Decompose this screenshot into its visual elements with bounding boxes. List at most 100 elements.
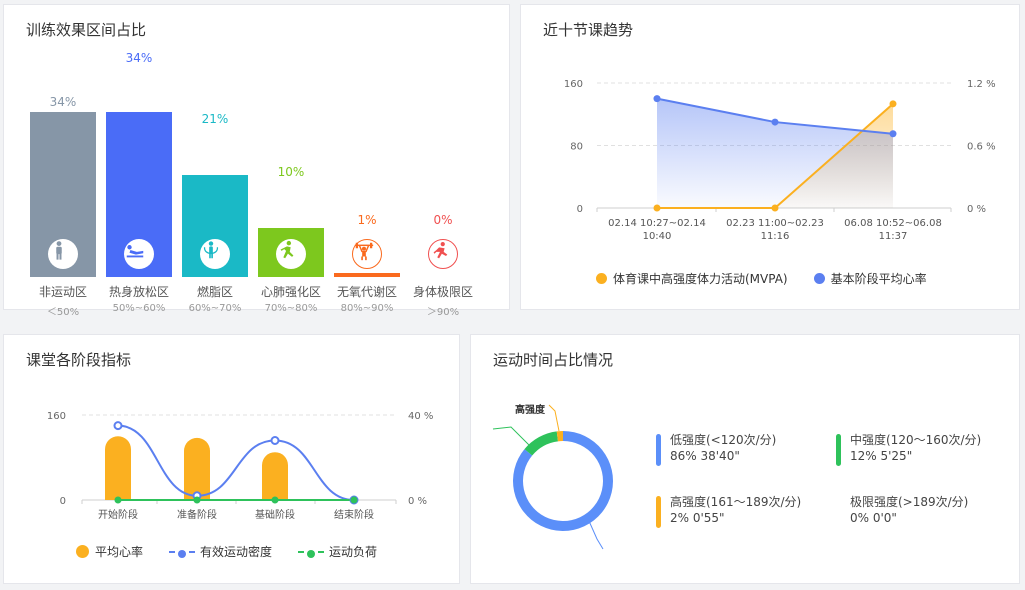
time-donut-chart: 高强度 — [492, 403, 613, 550]
time-legend-name: 高强度(161～189次/分) — [670, 495, 802, 509]
zone-3: 21% 燃脂区 60%~70% — [182, 5, 248, 314]
weightlifting-icon — [352, 239, 382, 269]
right-tick-label: 40 % — [408, 411, 433, 422]
phase-panel: 课堂各阶段指标 0 160 0 % 40 % 开始阶段 准备阶段 基础阶段 结束阶段 平均心率… — [3, 334, 460, 584]
x-tick-label: 06.08 10:52~06.08 — [844, 218, 942, 229]
legend-heart-rate-label: 基本阶段平均心率 — [830, 272, 927, 286]
zone-range: 80%~90% — [340, 303, 394, 314]
callout-line-high — [548, 404, 560, 432]
x-tick-label: 开始阶段 — [98, 508, 138, 521]
legend-load-label: 运动负荷 — [329, 545, 378, 559]
zone-6: 0% 身体极限区 ＞90% — [410, 5, 476, 318]
donut-slice[interactable] — [524, 431, 558, 456]
trend-chart: 0 80 160 0 % 0.6 % 1.2 % 02.14 10:27~02.14 10:4… — [564, 79, 996, 242]
sprinting-person-icon — [428, 239, 458, 269]
zone-value-label: 0% — [433, 213, 453, 227]
zone-value-label: 34% — [125, 51, 153, 65]
trend-legend: 体育课中高强度体力活动(MVPA) 基本阶段平均心率 — [596, 270, 953, 287]
x-tick-label: 结束阶段 — [334, 508, 374, 521]
zone-value-label: 10% — [277, 165, 305, 179]
density-line — [117, 424, 355, 501]
mvpa-point[interactable] — [653, 204, 661, 212]
avg-hr-bar[interactable] — [184, 437, 210, 500]
x-tick-label: 10:40 — [643, 231, 672, 242]
zone-name: 燃脂区 — [196, 285, 233, 299]
time-legend-value: 0% 0'0" — [850, 511, 897, 525]
heart-rate-area — [657, 98, 893, 208]
avg-hr-bar[interactable] — [262, 452, 288, 500]
time-legend-swatch — [836, 434, 841, 466]
density-point[interactable] — [113, 421, 123, 431]
heart-rate-point[interactable] — [771, 118, 779, 126]
time-legend-name: 中强度(120～160次/分) — [850, 433, 982, 447]
right-tick-label: 0 % — [408, 496, 427, 507]
zone-4: 10% 心肺强化区 70%~80% — [258, 5, 324, 314]
zones-panel: 训练效果区间占比 34% 非运动区 ＜50% 34% 热身放松区 50%~60% 21% 燃脂… — [3, 4, 510, 318]
left-tick-label: 160 — [564, 79, 583, 90]
x-tick-label: 11:16 — [761, 231, 790, 242]
avg-hr-bar[interactable] — [105, 436, 131, 500]
running-person-icon — [276, 239, 306, 269]
legend-density-label: 有效运动密度 — [200, 545, 273, 559]
heart-rate-point[interactable] — [889, 130, 897, 138]
load-point[interactable] — [271, 496, 279, 504]
callout-line-mid — [492, 426, 530, 446]
time-legend-value: 12% 5'25" — [850, 449, 913, 463]
legend-mvpa-label: 体育课中高强度体力活动(MVPA) — [613, 272, 788, 286]
zone-range: 70%~80% — [264, 303, 318, 314]
load-point[interactable] — [193, 496, 201, 504]
zone-name: 无氧代谢区 — [336, 285, 397, 299]
standing-person-icon — [48, 239, 78, 269]
legend-heart-rate[interactable]: 基本阶段平均心率 — [813, 270, 927, 287]
zone-1: 34% 非运动区 ＜50% — [30, 5, 96, 318]
mvpa-point[interactable] — [771, 204, 779, 212]
left-tick-label: 160 — [47, 411, 66, 422]
zone-name: 热身放松区 — [108, 285, 169, 299]
zone-range: ＜50% — [46, 307, 80, 318]
zone-name: 身体极限区 — [412, 285, 473, 299]
legend-avg-hr[interactable]: 平均心率 — [76, 543, 143, 560]
phase-legend: 平均心率 有效运动密度 运动负荷 — [76, 543, 403, 560]
legend-mvpa[interactable]: 体育课中高强度体力活动(MVPA) — [596, 270, 788, 287]
left-tick-label: 80 — [570, 142, 583, 153]
zone-name: 非运动区 — [38, 285, 87, 299]
time-legend-name: 低强度(<120次/分) — [670, 433, 777, 447]
callout-label: 高强度 — [515, 403, 546, 416]
zone-range: 60%~70% — [188, 303, 242, 314]
zone-bar — [334, 273, 400, 277]
zone-range: ＞90% — [426, 307, 460, 318]
left-tick-label: 0 — [577, 204, 583, 215]
x-tick-label: 基础阶段 — [255, 508, 295, 521]
density-point[interactable] — [270, 436, 280, 445]
left-tick-label: 0 — [60, 496, 66, 507]
x-tick-label: 准备阶段 — [177, 508, 217, 521]
zone-value-label: 21% — [201, 112, 229, 126]
right-tick-label: 0.6 % — [967, 142, 996, 153]
time-legend-value: 2% 0'55" — [670, 511, 725, 525]
zone-value-label: 34% — [49, 95, 77, 109]
mvpa-point[interactable] — [889, 100, 897, 108]
time-legend-swatch — [656, 434, 661, 466]
load-point[interactable] — [114, 496, 122, 504]
time-panel: 运动时间占比情况 高强度 低强度(<120次/分) 86% 38'40" 中强度(1… — [470, 334, 1020, 584]
heart-rate-point[interactable] — [653, 95, 661, 103]
x-tick-label: 11:37 — [879, 231, 908, 242]
time-legend-swatch — [836, 496, 841, 528]
time-legend-swatch — [656, 496, 661, 528]
legend-density[interactable]: 有效运动密度 — [169, 543, 272, 560]
stretching-person-icon — [124, 239, 154, 269]
time-legend-value: 86% 38'40" — [670, 449, 740, 463]
legend-load[interactable]: 运动负荷 — [298, 543, 377, 560]
right-tick-label: 0 % — [967, 204, 986, 215]
zone-range: 50%~60% — [112, 303, 166, 314]
right-tick-label: 1.2 % — [967, 79, 996, 90]
zone-name: 心肺强化区 — [260, 285, 321, 299]
trend-panel: 近十节课趋势 0 80 160 0 % 0.6 % 1.2 % 02.14 10:27~02… — [520, 4, 1020, 310]
zone-value-label: 1% — [357, 213, 377, 227]
legend-avg-hr-label: 平均心率 — [95, 545, 144, 559]
time-legend-name: 极限强度(>189次/分) — [850, 495, 969, 509]
callout-line-low — [588, 520, 604, 550]
zone-2: 34% 热身放松区 50%~60% — [106, 5, 172, 314]
load-point[interactable] — [350, 496, 358, 504]
jump-rope-icon — [200, 239, 230, 269]
